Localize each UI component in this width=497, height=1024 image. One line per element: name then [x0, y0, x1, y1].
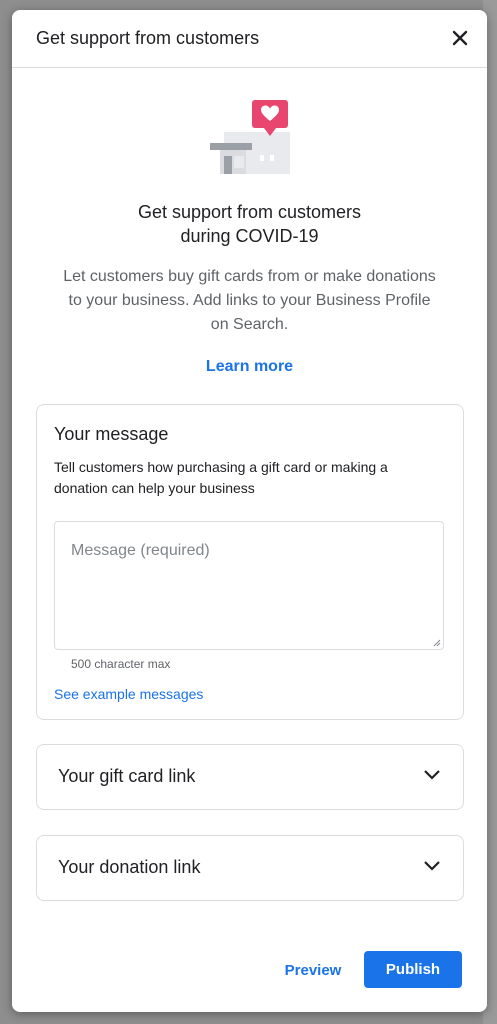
message-textarea[interactable]: Message (required) [54, 521, 444, 650]
storefront-heart-icon [206, 100, 292, 178]
dialog-title: Get support from customers [36, 28, 260, 48]
publish-button[interactable]: Publish [364, 951, 462, 988]
message-placeholder: Message (required) [71, 542, 210, 559]
headline-line-1: Get support from customers [137, 202, 362, 222]
character-limit-hint: 500 character max [71, 657, 171, 671]
gift-card-link-expander[interactable]: Your gift card link [36, 744, 464, 810]
dialog-header: Get support from customers [12, 10, 487, 68]
resize-grip-icon[interactable] [433, 639, 441, 647]
donation-link-label: Your donation link [58, 857, 201, 877]
hero-description: Let customers buy gift cards from or mak… [63, 268, 436, 333]
hero-headline: Get support from customers during COVID-… [12, 200, 487, 248]
headline-line-2: during COVID-19 [180, 226, 319, 246]
see-example-messages-link[interactable]: See example messages [54, 686, 203, 702]
preview-button[interactable]: Preview [275, 952, 351, 988]
close-icon [452, 30, 468, 46]
close-button[interactable] [447, 25, 473, 51]
gift-card-link-label: Your gift card link [58, 766, 196, 786]
learn-more-link[interactable]: Learn more [12, 358, 487, 376]
message-card: Your message Tell customers how purchasi… [36, 404, 464, 720]
message-card-subtitle: Tell customers how purchasing a gift car… [54, 459, 388, 496]
support-dialog: Get support from customers Get support f… [12, 10, 487, 1012]
message-card-title: Your message [54, 424, 169, 444]
donation-link-expander[interactable]: Your donation link [36, 835, 464, 901]
chevron-down-icon [424, 770, 440, 780]
chevron-down-icon [424, 861, 440, 871]
